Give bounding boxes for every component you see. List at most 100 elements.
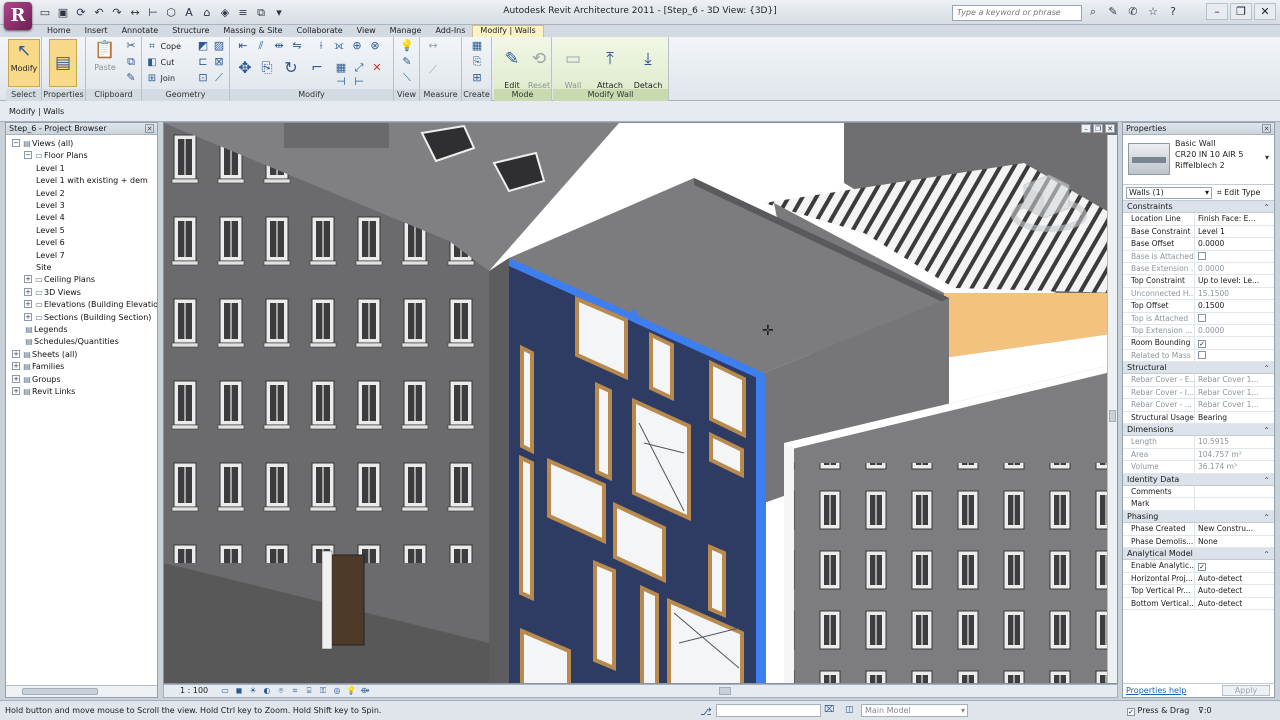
expand-icon[interactable]: + <box>12 374 20 383</box>
property-row[interactable]: Top Vertical Pr... Auto-detect <box>1123 585 1274 598</box>
unjoin-icon[interactable]: ⊡ <box>196 71 210 85</box>
tab-view[interactable]: View <box>350 25 383 37</box>
mirror-axis-icon[interactable]: ⇹ <box>272 39 286 53</box>
tree-item[interactable]: − ▭Floor Plans <box>24 150 88 162</box>
element-filter-dropdown[interactable]: Walls (1) <box>1126 187 1212 199</box>
property-value[interactable]: Auto-detect <box>1195 598 1274 609</box>
tree-item[interactable]: + ▤Families <box>12 361 64 373</box>
property-value[interactable]: ✓ <box>1195 560 1274 572</box>
tree-item[interactable]: ▤Schedules/Quantities <box>12 336 119 348</box>
property-value[interactable]: New Constru... <box>1195 523 1274 534</box>
property-row[interactable]: Base Constraint Level 1 <box>1123 225 1274 239</box>
tree-item[interactable]: ▤Legends <box>12 324 67 336</box>
analytical-model-icon[interactable]: ⟴ <box>360 686 370 696</box>
property-section-constraints[interactable]: Constraints <box>1123 201 1274 215</box>
view-close-button[interactable]: ✕ <box>1105 124 1115 133</box>
view-scale[interactable]: 1 : 100 <box>180 685 208 697</box>
measure-distance-icon[interactable]: ↔ <box>426 39 440 53</box>
3d-view[interactable]: – ❐ ✕ ✛ <box>163 122 1118 684</box>
collapse-icon[interactable]: − <box>24 151 32 160</box>
wall-joins-icon[interactable]: ⊏ <box>196 55 210 69</box>
scroll-thumb[interactable] <box>22 688 98 695</box>
binoculars-icon[interactable]: ⌕ <box>1086 5 1100 19</box>
apply-button[interactable]: Apply <box>1222 685 1270 696</box>
property-row[interactable]: Top Offset 0.1500 <box>1123 300 1274 313</box>
cut-icon[interactable]: ✂ <box>124 39 138 53</box>
scroll-thumb[interactable] <box>719 687 731 695</box>
property-value[interactable] <box>1195 486 1274 497</box>
split-face-icon[interactable]: ◩ <box>196 39 210 53</box>
tree-item[interactable]: − ▤Views (all) <box>12 138 73 150</box>
property-row[interactable]: Base Offset 0.0000 <box>1123 238 1274 251</box>
property-section-analytical-model[interactable]: Analytical Model <box>1123 547 1274 562</box>
tree-item[interactable]: + ▭3D Views <box>24 287 81 299</box>
property-value[interactable]: Finish Face: E... <box>1195 213 1274 224</box>
tree-item[interactable]: Level 6 <box>36 237 65 249</box>
cope-button[interactable]: ⌗ Cope <box>146 40 181 53</box>
close-icon[interactable]: ✕ <box>145 124 154 133</box>
crop-view-icon[interactable]: ⌗ <box>290 686 300 696</box>
search-input[interactable]: Type a keyword or phrase <box>952 5 1082 21</box>
tree-item[interactable]: Level 1 with existing + dem <box>36 175 148 187</box>
reveal-hidden-icon[interactable]: 💡 <box>346 686 356 696</box>
create-assembly-icon[interactable]: ▦ <box>470 39 484 53</box>
minimize-button[interactable]: – <box>1206 3 1228 20</box>
property-value[interactable]: Level 1 <box>1195 226 1274 237</box>
mirror-draw-icon[interactable]: ⇋ <box>290 39 304 53</box>
trim-icon[interactable]: ⌐ <box>310 61 324 75</box>
expand-icon[interactable]: + <box>24 300 32 309</box>
tree-item[interactable]: Level 1 <box>36 163 65 175</box>
match-type-icon[interactable]: ✎ <box>124 71 138 85</box>
property-value[interactable]: Auto-detect <box>1195 573 1274 584</box>
communication-icon[interactable]: ✆ <box>1126 5 1140 19</box>
help-icon[interactable]: ? <box>1166 5 1180 19</box>
hide-icon[interactable]: 💡 <box>400 39 414 53</box>
scale-icon[interactable]: ⤢ <box>352 61 366 75</box>
property-value[interactable] <box>1195 498 1274 509</box>
property-row[interactable]: Structural Usage Bearing <box>1123 411 1274 425</box>
property-row[interactable]: Bottom Vertical... Auto-detect <box>1123 597 1274 610</box>
expand-icon[interactable]: + <box>12 362 20 371</box>
tree-item[interactable]: + ▭Elevations (Building Elevation) <box>24 299 157 311</box>
copy-icon[interactable]: ⧉ <box>124 55 138 69</box>
property-value[interactable]: None <box>1195 536 1274 547</box>
tree-item[interactable]: + ▭Ceiling Plans <box>24 274 95 286</box>
sun-path-icon[interactable]: ☀ <box>248 686 258 696</box>
expand-icon[interactable]: + <box>24 312 32 321</box>
paste-button[interactable]: 📋 Paste <box>88 39 122 72</box>
align-icon[interactable]: ⇤ <box>236 39 250 53</box>
property-row[interactable]: Top Constraint Up to level: Le... <box>1123 275 1274 288</box>
3d-scene[interactable] <box>164 123 1118 684</box>
move-icon[interactable]: ✥ <box>238 60 252 76</box>
join-button[interactable]: ⊞ Join <box>146 72 175 85</box>
linework-icon[interactable]: ⟍ <box>400 71 414 85</box>
tab-home[interactable]: Home <box>40 25 78 37</box>
create-parts-icon[interactable]: ⎘ <box>470 55 484 69</box>
tab-manage[interactable]: Manage <box>383 25 429 37</box>
tab-insert[interactable]: Insert <box>78 25 115 37</box>
collapse-icon[interactable]: − <box>12 139 20 147</box>
property-row[interactable]: Comments <box>1123 485 1274 499</box>
property-section-phasing[interactable]: Phasing <box>1123 510 1274 525</box>
tree-item[interactable]: + ▭Sections (Building Section) <box>24 312 151 324</box>
horizontal-scrollbar[interactable] <box>6 685 157 697</box>
favorites-icon[interactable]: ☆ <box>1146 5 1160 19</box>
property-value[interactable]: Auto-detect <box>1195 585 1274 596</box>
checkbox[interactable]: ✓ <box>1198 340 1206 349</box>
array-icon[interactable]: ▦ <box>334 61 348 75</box>
visual-style-icon[interactable]: ◼ <box>234 686 244 696</box>
property-row[interactable]: Mark <box>1123 498 1274 511</box>
create-group-icon[interactable]: ⊞ <box>470 71 484 85</box>
cut-geometry-button[interactable]: ◧ Cut <box>146 56 174 69</box>
demolish-icon[interactable]: ⊠ <box>212 55 226 69</box>
trim-extend-icon[interactable]: ⊣ <box>334 75 348 89</box>
expand-icon[interactable]: + <box>24 287 32 296</box>
filter-count[interactable]: ⊽:0 <box>1198 701 1212 720</box>
property-row[interactable]: Phase Created New Constru... <box>1123 523 1274 536</box>
tab-annotate[interactable]: Annotate <box>115 25 166 37</box>
press-drag-toggle[interactable]: ✓ Press & Drag <box>1127 701 1189 720</box>
pin-icon[interactable]: ⊕ <box>350 39 364 53</box>
scroll-thumb[interactable] <box>1109 410 1116 422</box>
application-menu-button[interactable]: R <box>4 2 32 30</box>
expand-icon[interactable]: + <box>12 349 20 358</box>
